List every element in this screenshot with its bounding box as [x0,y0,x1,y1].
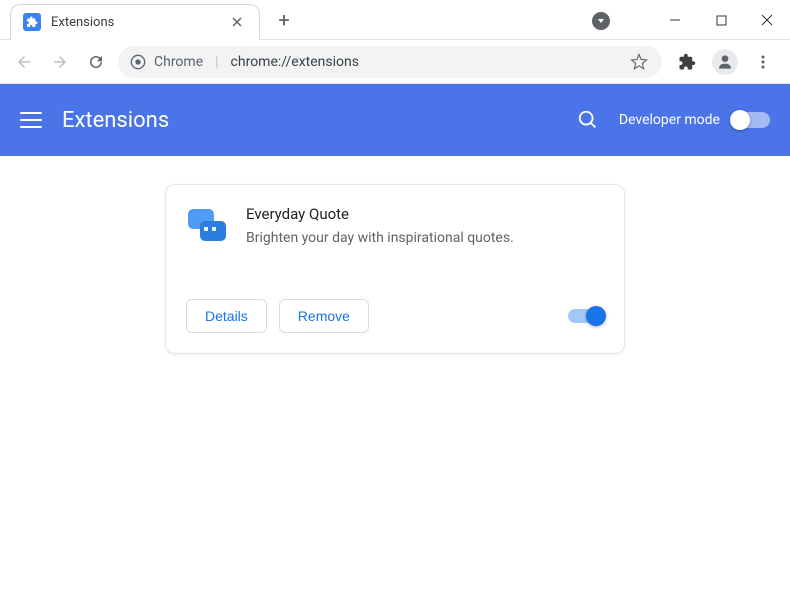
chrome-icon [130,54,146,70]
search-icon[interactable] [577,109,599,131]
url-text: Chrome | chrome://extensions [154,54,620,70]
extension-name: Everyday Quote [246,205,514,223]
developer-mode-toggle[interactable] [732,112,770,128]
browser-tab-active[interactable]: Extensions [10,4,260,40]
profile-avatar[interactable] [712,49,738,75]
bookmark-star-icon[interactable] [628,51,650,73]
tab-close-button[interactable] [229,14,245,30]
chrome-menu-button[interactable] [752,51,774,73]
extension-card: Everyday Quote Brighten your day with in… [165,184,625,354]
address-bar[interactable]: Chrome | chrome://extensions [118,46,662,78]
window-controls [652,0,790,40]
tab-search-button[interactable] [592,12,610,30]
extensions-puzzle-icon[interactable] [676,51,698,73]
maximize-button[interactable] [698,0,744,40]
browser-toolbar: Chrome | chrome://extensions [0,40,790,84]
puzzle-piece-icon [23,13,41,31]
extensions-list: Everyday Quote Brighten your day with in… [0,156,790,595]
page-title: Extensions [62,108,557,133]
extension-description: Brighten your day with inspirational quo… [246,229,514,249]
browser-titlebar: Extensions + [0,0,790,40]
menu-icon[interactable] [20,109,42,131]
details-button[interactable]: Details [186,299,267,333]
reload-button[interactable] [82,48,110,76]
new-tab-button[interactable]: + [270,6,298,34]
close-window-button[interactable] [744,0,790,40]
minimize-button[interactable] [652,0,698,40]
remove-button[interactable]: Remove [279,299,369,333]
developer-mode-control: Developer mode [619,112,770,128]
extensions-page-header: Extensions Developer mode [0,84,790,156]
extension-enable-toggle[interactable] [568,309,604,323]
extension-icon [186,205,228,247]
tab-title: Extensions [51,15,219,30]
developer-mode-label: Developer mode [619,112,720,128]
back-button[interactable] [10,48,38,76]
forward-button[interactable] [46,48,74,76]
